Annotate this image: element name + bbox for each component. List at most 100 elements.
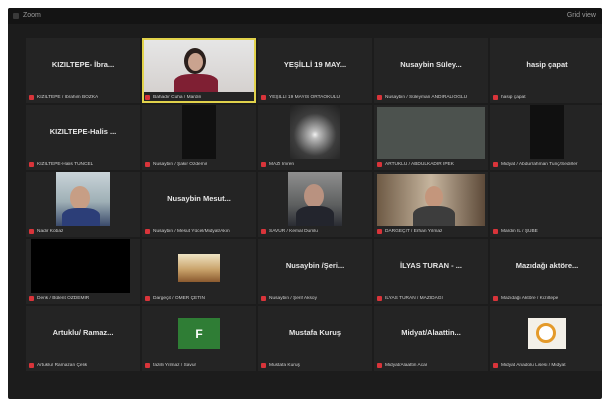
mic-muted-icon: [261, 94, 266, 100]
participant-name: ARTUKLU / ABDULKADİR İPEK: [385, 161, 454, 167]
zoom-app-icon: [13, 13, 19, 19]
participant-name: Bahadır Cuha / Mardin: [153, 94, 202, 100]
participant-name: Derik / Bülent ÖZDEMİR: [37, 295, 90, 301]
participant-name: Mazıdağı Aktöre / Kızıltepe: [501, 295, 559, 301]
participant-tile[interactable]: KIZILTEPE-Halis ... KIZILTEPE-Halis TUNC…: [26, 105, 140, 170]
participant-tile[interactable]: F fazilli Yılmaz / Savur: [142, 306, 256, 371]
mic-muted-icon: [493, 228, 498, 234]
participant-name: Nusaybin / Mesut Yücel/Midyat/Akın: [153, 228, 230, 234]
participant-name: Mustafa Kuruş: [269, 362, 300, 368]
participant-tile[interactable]: Midyat/Alaattin... Midyat/Alaattin Acar: [374, 306, 488, 371]
participant-video: [530, 105, 564, 159]
participant-display-name: KIZILTEPE-Halis ...: [49, 127, 117, 136]
participant-video: [56, 172, 110, 226]
avatar-letter-icon: F: [195, 327, 203, 341]
mic-muted-icon: [377, 161, 382, 167]
mic-muted-icon: [29, 295, 34, 301]
participant-display-name: Mazıdağı aktöre...: [515, 261, 579, 270]
participant-tile[interactable]: Nusaybin Mesut... Nusaybin / Mesut Yücel…: [142, 172, 256, 237]
mic-muted-icon: [145, 295, 150, 301]
participant-name: Nusaybin / Şerif Aksoy: [269, 295, 317, 301]
participant-display-name: Mustafa Kuruş: [288, 328, 342, 337]
mic-muted-icon: [145, 362, 150, 368]
participant-name: Midyat / Abdurrahman Tunç/Sedirler: [501, 161, 578, 167]
window-title: Zoom: [23, 12, 41, 19]
participant-name: KIZILTEPE / İbrahim BOZKA: [37, 94, 99, 100]
mic-muted-icon: [377, 228, 382, 234]
participant-tile[interactable]: DARGEÇİT / Erhan Yılmaz: [374, 172, 488, 237]
title-bar: Zoom Grid view: [8, 8, 602, 24]
participant-name: Artuklu/ Ramazan Çelik: [37, 362, 88, 368]
participant-avatar-image: F: [178, 318, 220, 349]
participant-video: [377, 174, 485, 226]
mic-muted-icon: [493, 161, 498, 167]
participant-display-name: Nusaybin Süley...: [400, 60, 462, 69]
mic-muted-icon: [493, 295, 498, 301]
mic-muted-icon: [145, 94, 150, 100]
participant-name: YEŞİLLİ 19 MAYIS ORTAOKULU: [269, 94, 340, 100]
participant-tile[interactable]: Midyat Anadolu Lisesi / Midyat: [490, 306, 602, 371]
participant-display-name: Nusaybin Mesut...: [167, 194, 231, 203]
grid-view-button[interactable]: Grid view: [567, 8, 596, 24]
participant-tile[interactable]: Nusaybin / Şakir Özdemir: [142, 105, 256, 170]
participant-tile[interactable]: Nusaybin /Şeri... Nusaybin / Şerif Aksoy: [258, 239, 372, 304]
participant-name: SAVUR / Kemal Dumlu: [269, 228, 318, 234]
participant-tile[interactable]: Mazıdağı aktöre... Mazıdağı Aktöre / Kız…: [490, 239, 602, 304]
zoom-window: Zoom Grid view KIZILTEPE- İbra... KIZILT…: [8, 8, 602, 399]
mic-muted-icon: [493, 94, 498, 100]
participant-video: [144, 40, 254, 92]
participant-name: Dargeçit / ÖMER ÇETİN: [153, 295, 205, 301]
participant-tile-active-speaker[interactable]: Bahadır Cuha / Mardin: [142, 38, 256, 103]
mic-muted-icon: [261, 228, 266, 234]
mic-muted-icon: [261, 161, 266, 167]
mic-muted-icon: [377, 362, 382, 368]
participant-tile[interactable]: KIZILTEPE- İbra... KIZILTEPE / İbrahim B…: [26, 38, 140, 103]
participant-tile[interactable]: Derik / Bülent ÖZDEMİR: [26, 239, 140, 304]
participant-name: DARGEÇİT / Erhan Yılmaz: [385, 228, 443, 234]
participant-video: [31, 239, 130, 293]
participant-name: İLYAS TURAN / MAZIDAĞI: [385, 295, 443, 301]
participant-video: [290, 105, 340, 159]
mic-muted-icon: [29, 161, 34, 167]
mic-muted-icon: [377, 295, 382, 301]
participant-name: Nadir Kobaz: [37, 228, 64, 234]
participant-grid: KIZILTEPE- İbra... KIZILTEPE / İbrahim B…: [26, 38, 602, 371]
participant-display-name: Midyat/Alaattin...: [401, 328, 461, 337]
participant-avatar-image: [178, 254, 220, 282]
participant-display-name: YEŞİLLİ 19 MAY...: [283, 60, 347, 69]
participant-tile[interactable]: SAVUR / Kemal Dumlu: [258, 172, 372, 237]
participant-tile[interactable]: ARTUKLU / ABDULKADİR İPEK: [374, 105, 488, 170]
participant-tile[interactable]: MAZI İmren: [258, 105, 372, 170]
participant-name: Nusaybin / Şakir Özdemir: [153, 161, 208, 167]
participant-name: KIZILTEPE-Halis TUNCEL: [37, 161, 94, 167]
participant-tile[interactable]: YEŞİLLİ 19 MAY... YEŞİLLİ 19 MAYIS ORTAO…: [258, 38, 372, 103]
mic-muted-icon: [261, 362, 266, 368]
participant-display-name: İLYAS TURAN - ...: [400, 261, 462, 270]
mic-muted-icon: [145, 228, 150, 234]
mic-muted-icon: [261, 295, 266, 301]
participant-name: fazilli Yılmaz / Savur: [153, 362, 197, 368]
mic-muted-icon: [145, 161, 150, 167]
participant-tile[interactable]: Artuklu/ Ramaz... Artuklu/ Ramazan Çelik: [26, 306, 140, 371]
participant-video: [182, 105, 216, 159]
participant-name: Mardin İL / ŞUBE: [501, 228, 538, 234]
participant-display-name: Artuklu/ Ramaz...: [52, 328, 114, 337]
participant-tile[interactable]: Midyat / Abdurrahman Tunç/Sedirler: [490, 105, 602, 170]
mic-muted-icon: [29, 362, 34, 368]
mic-muted-icon: [377, 94, 382, 100]
participant-tile[interactable]: Mustafa Kuruş Mustafa Kuruş: [258, 306, 372, 371]
school-logo-icon: [528, 318, 566, 349]
participant-display-name: Nusaybin /Şeri...: [285, 261, 345, 270]
mic-muted-icon: [29, 228, 34, 234]
participant-tile[interactable]: Nusaybin Süley... Nusaybin / Süleyman AN…: [374, 38, 488, 103]
participant-tile[interactable]: Nadir Kobaz: [26, 172, 140, 237]
participant-tile[interactable]: Dargeçit / ÖMER ÇETİN: [142, 239, 256, 304]
participant-video: [377, 107, 485, 159]
mic-muted-icon: [29, 94, 34, 100]
participant-tile[interactable]: Mardin İL / ŞUBE: [490, 172, 602, 237]
participant-tile[interactable]: İLYAS TURAN - ... İLYAS TURAN / MAZIDAĞI: [374, 239, 488, 304]
participant-name: Midyat/Alaattin Acar: [385, 362, 428, 368]
participant-name: Nusaybin / Süleyman ANDIRALIOĞLU: [385, 94, 468, 100]
participant-tile[interactable]: hasip çapat hasip çapat: [490, 38, 602, 103]
participant-display-name: hasip çapat: [526, 60, 568, 69]
